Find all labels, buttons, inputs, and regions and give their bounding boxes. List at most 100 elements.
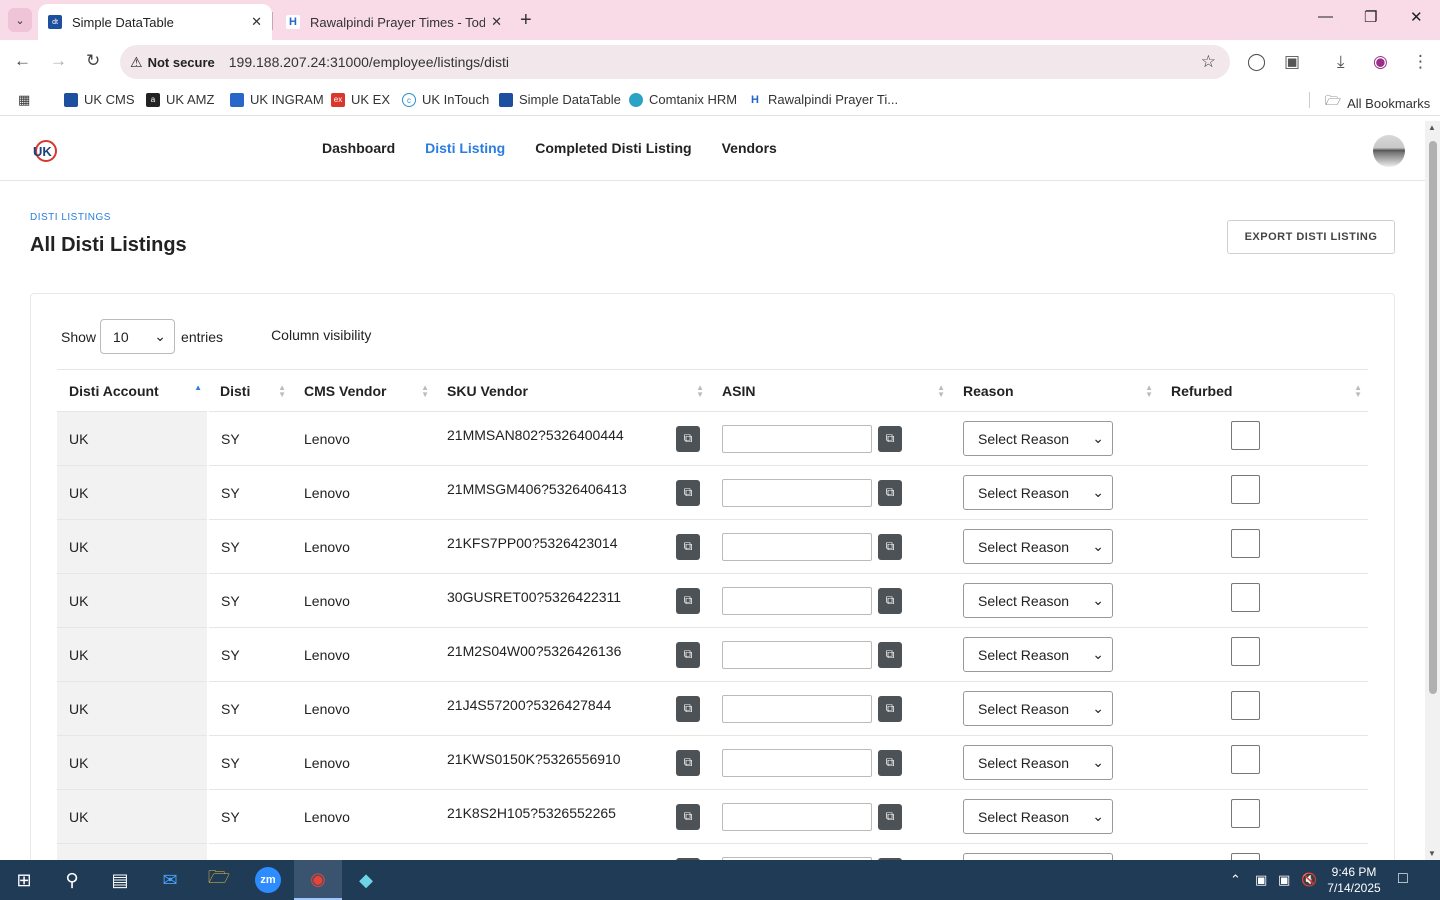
copy-sku-icon[interactable]: ⧉ [676, 749, 700, 776]
back-arrow-icon[interactable]: ← [14, 51, 31, 71]
tab-search-button[interactable]: ⌄ [8, 8, 32, 32]
new-tab-button[interactable]: + [520, 9, 532, 32]
scrollbar-thumb[interactable] [1429, 141, 1437, 694]
column-header-asin[interactable]: ASIN ▲ ▼ [710, 369, 951, 412]
outlook-icon[interactable]: ✉ [146, 860, 194, 900]
reason-select[interactable]: Select Reason ⌄ [963, 853, 1113, 860]
extensions-icon[interactable]: ▣ [1284, 52, 1300, 72]
close-tab-icon[interactable]: ✕ [251, 14, 262, 30]
translate-icon[interactable]: ◯ [1247, 52, 1266, 72]
paste-asin-icon[interactable]: ⧉ [878, 533, 902, 560]
task-view-icon[interactable]: ▤ [96, 860, 144, 900]
tab-simple-datatable[interactable]: dt Simple DataTable ✕ [38, 4, 272, 40]
column-header-cms-vendor[interactable]: CMS Vendor ▲ ▼ [292, 369, 435, 412]
paste-asin-icon[interactable]: ⧉ [878, 803, 902, 830]
copy-sku-icon[interactable]: ⧉ [676, 641, 700, 668]
network-icon[interactable]: ▣ [1278, 872, 1290, 888]
maximize-icon[interactable]: ❐ [1364, 8, 1377, 26]
meet-now-icon[interactable]: ▣ [1255, 872, 1267, 888]
minimize-icon[interactable]: — [1318, 8, 1333, 25]
bookmark-uk-cms[interactable]: UK CMS [64, 92, 135, 107]
breadcrumb[interactable]: DISTI LISTINGS [30, 212, 111, 223]
tab-prayer-times[interactable]: H Rawalpindi Prayer Times - Toda ✕ [276, 4, 512, 40]
reason-select[interactable]: Select Reason ⌄ [963, 637, 1113, 672]
reason-select[interactable]: Select Reason ⌄ [963, 691, 1113, 726]
user-avatar[interactable] [1373, 135, 1405, 167]
search-icon[interactable]: ⚲ [48, 860, 96, 900]
reason-select[interactable]: Select Reason ⌄ [963, 745, 1113, 780]
asin-input[interactable] [722, 748, 872, 777]
refurbed-checkbox[interactable] [1231, 745, 1260, 774]
refurbed-checkbox[interactable] [1231, 691, 1260, 720]
asin-input[interactable] [722, 424, 872, 453]
asin-input[interactable] [722, 802, 872, 831]
paste-asin-icon[interactable]: ⧉ [878, 425, 902, 452]
nav-vendors[interactable]: Vendors [722, 140, 777, 156]
asin-input[interactable] [722, 586, 872, 615]
refurbed-checkbox[interactable] [1231, 853, 1260, 860]
refurbed-checkbox[interactable] [1231, 421, 1260, 450]
paste-asin-icon[interactable]: ⧉ [878, 695, 902, 722]
bookmark-uk-amz[interactable]: a UK AMZ [146, 92, 214, 107]
scroll-down-icon[interactable]: ▼ [1428, 849, 1436, 858]
bookmark-uk-intouch[interactable]: c UK InTouch [402, 92, 489, 107]
copy-sku-icon[interactable]: ⧉ [676, 425, 700, 452]
asin-input[interactable] [722, 532, 872, 561]
paste-asin-icon[interactable]: ⧉ [878, 479, 902, 506]
address-bar[interactable]: ⚠ Not secure 199.188.207.24:31000/employ… [120, 45, 1230, 79]
uk-logo-icon[interactable]: UK [32, 138, 58, 164]
column-header-sku-vendor[interactable]: SKU Vendor ▲ ▼ [435, 369, 710, 412]
close-tab-icon[interactable]: ✕ [491, 14, 502, 30]
bookmark-uk-ingram[interactable]: UK INGRAM [230, 92, 324, 107]
notifications-icon[interactable]: □ [1398, 870, 1408, 888]
asin-input[interactable] [722, 694, 872, 723]
scroll-up-icon[interactable]: ▲ [1428, 123, 1436, 132]
security-chip[interactable]: ⚠ Not secure [130, 54, 215, 71]
volume-muted-icon[interactable]: 🔇 [1301, 872, 1317, 888]
refurbed-checkbox[interactable] [1231, 799, 1260, 828]
paste-asin-icon[interactable]: ⧉ [878, 749, 902, 776]
zoom-icon[interactable]: zm [244, 860, 292, 900]
column-header-reason[interactable]: Reason ▲ ▼ [951, 369, 1159, 412]
copy-sku-icon[interactable]: ⧉ [676, 533, 700, 560]
asin-input[interactable] [722, 478, 872, 507]
apps-grid-icon[interactable]: ▦ [18, 92, 30, 108]
reload-icon[interactable]: ↻ [86, 51, 100, 71]
asin-input[interactable] [722, 640, 872, 669]
copy-sku-icon[interactable]: ⧉ [676, 803, 700, 830]
windows-start-icon[interactable]: ⊞ [0, 860, 48, 900]
copy-sku-icon[interactable]: ⧉ [676, 587, 700, 614]
column-header-refurbed[interactable]: Refurbed ▲ ▼ [1159, 369, 1368, 412]
export-disti-listing-button[interactable]: EXPORT DISTI LISTING [1227, 220, 1395, 254]
column-visibility-button[interactable]: Column visibility [271, 327, 371, 343]
bookmark-prayer-times[interactable]: H Rawalpindi Prayer Ti... [748, 92, 898, 107]
refurbed-checkbox[interactable] [1231, 475, 1260, 504]
nav-completed-disti-listing[interactable]: Completed Disti Listing [535, 140, 691, 156]
reason-select[interactable]: Select Reason ⌄ [963, 421, 1113, 456]
bookmark-comtanix-hrm[interactable]: Comtanix HRM [629, 92, 737, 107]
entries-select[interactable]: 10 ⌄ [100, 319, 176, 354]
column-header-disti[interactable]: Disti ▲ ▼ [208, 369, 292, 412]
reason-select[interactable]: Select Reason ⌄ [963, 529, 1113, 564]
copy-sku-icon[interactable]: ⧉ [676, 695, 700, 722]
paste-asin-icon[interactable]: ⧉ [878, 587, 902, 614]
profile-icon[interactable]: ◉ [1373, 52, 1388, 72]
close-window-icon[interactable]: ✕ [1410, 8, 1423, 26]
bookmark-simple-datatable[interactable]: Simple DataTable [499, 92, 621, 107]
reason-select[interactable]: Select Reason ⌄ [963, 475, 1113, 510]
bookmark-uk-ex[interactable]: ex UK EX [331, 92, 390, 107]
show-hidden-icons-icon[interactable]: ⌃ [1230, 872, 1241, 888]
download-icon[interactable]: ⤓ [1337, 52, 1345, 72]
forward-arrow-icon[interactable]: → [50, 51, 67, 71]
nav-disti-listing[interactable]: Disti Listing [425, 140, 505, 156]
bookmark-star-icon[interactable]: ☆ [1201, 52, 1216, 72]
reason-select[interactable]: Select Reason ⌄ [963, 799, 1113, 834]
more-menu-icon[interactable]: ⋮ [1412, 52, 1429, 72]
refurbed-checkbox[interactable] [1231, 637, 1260, 666]
nav-dashboard[interactable]: Dashboard [322, 140, 395, 156]
reason-select[interactable]: Select Reason ⌄ [963, 583, 1113, 618]
refurbed-checkbox[interactable] [1231, 583, 1260, 612]
app-diamond-icon[interactable]: ◆ [342, 860, 390, 900]
file-explorer-icon[interactable]: 🗁 [195, 860, 243, 900]
system-clock[interactable]: 9:46 PM 7/14/2025 [1320, 864, 1388, 896]
